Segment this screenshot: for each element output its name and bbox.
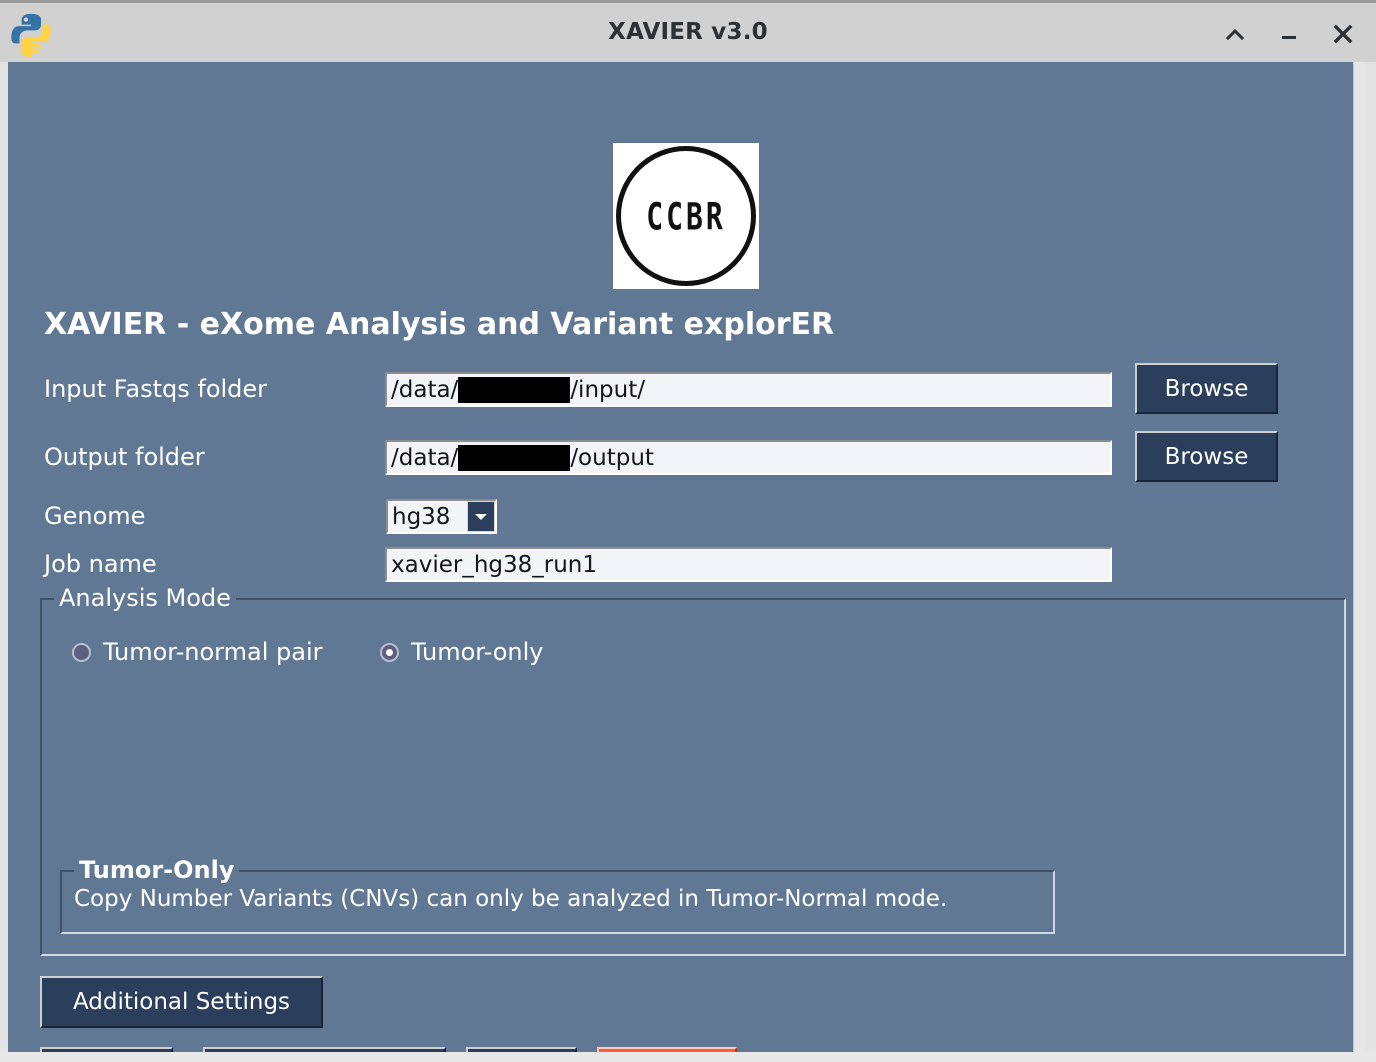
genome-label: Genome — [44, 502, 146, 530]
radio-tumor-normal-pair-mark[interactable] — [72, 642, 91, 662]
close-button[interactable] — [1328, 19, 1358, 49]
output-folder-redaction-bar — [458, 444, 571, 471]
analysis-mode-group-title: Analysis Mode — [54, 584, 236, 612]
output-folder-field[interactable]: /data/ /output — [385, 440, 1112, 475]
radio-tumor-normal-pair-label: Tumor-normal pair — [103, 638, 323, 666]
input-fastqs-browse-button[interactable]: Browse — [1135, 363, 1278, 414]
radio-tumor-only[interactable]: Tumor-only — [380, 638, 544, 666]
title-bar: XAVIER v3.0 — [0, 0, 1376, 62]
chevron-up-icon — [1225, 28, 1245, 41]
radio-tumor-only-label: Tumor-only — [411, 638, 544, 666]
input-fastqs-field[interactable]: /data/ /input/ — [385, 372, 1112, 407]
job-name-label: Job name — [44, 550, 157, 578]
output-folder-suffix: /output — [570, 444, 654, 471]
output-folder-prefix: /data/ — [391, 444, 459, 471]
genome-dropdown[interactable]: hg38 — [386, 499, 497, 534]
genome-selected-value: hg38 — [392, 503, 451, 530]
radio-dot-icon — [386, 648, 393, 656]
chevron-down-icon[interactable] — [467, 501, 495, 532]
output-folder-browse-button[interactable]: Browse — [1135, 431, 1278, 482]
window-title: XAVIER v3.0 — [608, 19, 768, 45]
window-frame: CCBR XAVIER - eXome Analysis and Variant… — [0, 62, 1376, 1052]
input-fastqs-prefix: /data/ — [391, 376, 459, 403]
job-name-field[interactable]: xavier_hg38_run1 — [385, 547, 1112, 582]
ccbr-logo-circle: CCBR — [616, 146, 756, 286]
xavier-application-window: XAVIER v3.0 CCBR XAVIER - eXome Analysis… — [0, 0, 1376, 1062]
radio-tumor-only-mark[interactable] — [380, 642, 399, 662]
analysis-mode-group: Analysis Mode Tumor-normal pair Tumor-on… — [40, 584, 1346, 956]
shade-button[interactable] — [1220, 19, 1250, 49]
tumor-only-note-group: Tumor-Only Copy Number Variants (CNVs) c… — [60, 856, 1055, 934]
tumor-only-note-title: Tumor-Only — [74, 856, 240, 884]
minimize-icon — [1282, 36, 1296, 39]
output-folder-label: Output folder — [44, 443, 205, 471]
ccbr-logo: CCBR — [613, 143, 759, 289]
input-fastqs-suffix: /input/ — [570, 376, 645, 403]
minimize-button[interactable] — [1274, 19, 1304, 49]
window-bottom-edge — [0, 1052, 1376, 1062]
additional-settings-button[interactable]: Additional Settings — [40, 976, 323, 1028]
window-controls — [1220, 15, 1358, 53]
ccbr-logo-text: CCBR — [646, 193, 726, 239]
page-title: XAVIER - eXome Analysis and Variant expl… — [44, 307, 835, 342]
close-icon — [1333, 24, 1353, 44]
tumor-only-note-message: Copy Number Variants (CNVs) can only be … — [74, 886, 948, 912]
main-content-panel: CCBR XAVIER - eXome Analysis and Variant… — [8, 62, 1365, 1052]
input-fastqs-label: Input Fastqs folder — [44, 375, 268, 403]
input-fastqs-redaction-bar — [458, 376, 571, 403]
radio-tumor-normal-pair[interactable]: Tumor-normal pair — [72, 638, 322, 666]
vertical-scrollbar[interactable] — [1353, 62, 1365, 1052]
